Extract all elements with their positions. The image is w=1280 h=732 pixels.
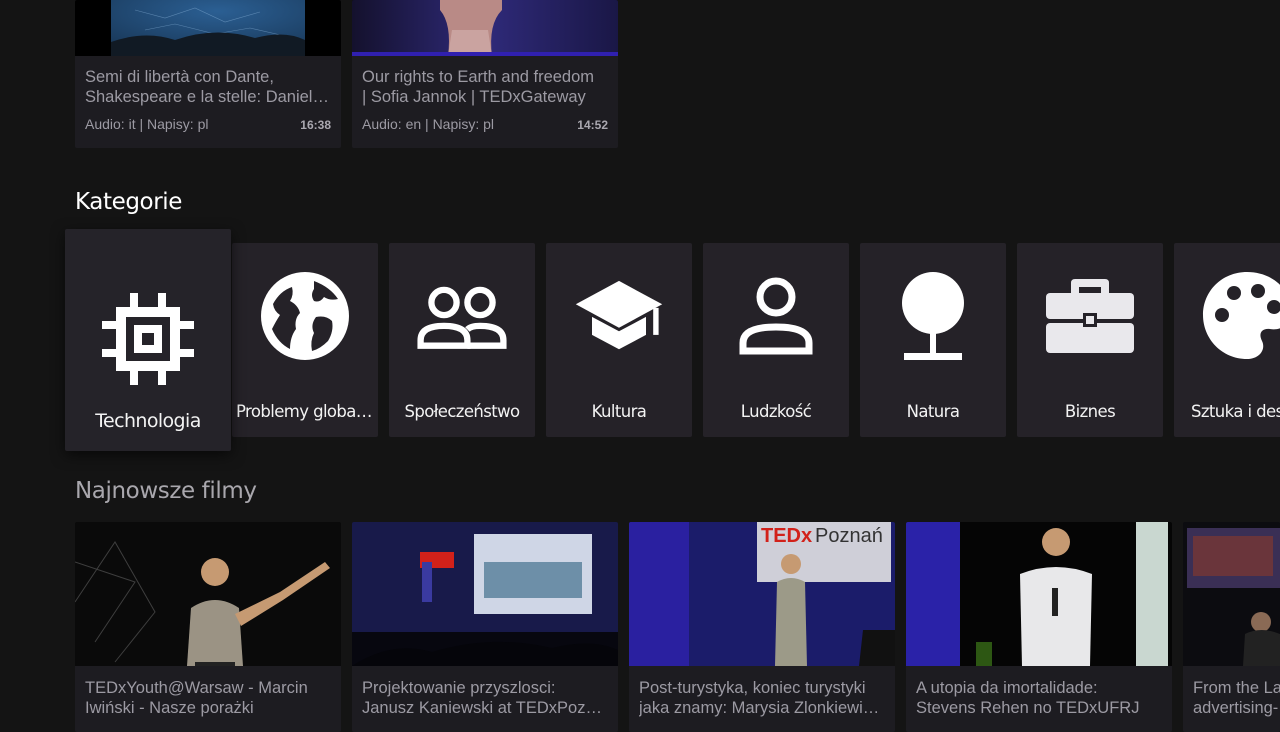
video-duration: 16:38 bbox=[300, 118, 331, 132]
video-title-line-2: Shakespeare e la stelle: Daniel… bbox=[85, 88, 329, 106]
category-label: Biznes bbox=[1064, 402, 1116, 421]
category-tile-art-and-design[interactable]: Sztuka i design bbox=[1174, 243, 1280, 437]
video-card[interactable]: A utopia da imortalidade: Stevens Rehen … bbox=[906, 522, 1172, 732]
video-thumbnail: TEDx Poznań bbox=[629, 522, 895, 666]
video-title-line-1: A utopia da imortalidade: bbox=[916, 679, 1098, 697]
people-icon bbox=[417, 286, 507, 349]
category-tile-technology[interactable]: Technologia bbox=[65, 229, 231, 451]
video-title-line-1: Our rights to Earth and freedom bbox=[362, 68, 595, 86]
video-thumbnail bbox=[352, 522, 618, 666]
video-card[interactable]: Projektowanie przyszlosci: Janusz Kaniew… bbox=[352, 522, 618, 732]
section-title-categories: Kategorie bbox=[75, 189, 183, 215]
video-title-line-1: TEDxYouth@Warsaw - Marcin bbox=[85, 679, 308, 697]
chip-icon bbox=[102, 293, 194, 385]
category-label: Problemy globalne bbox=[236, 402, 378, 421]
category-label: Ludzkość bbox=[740, 402, 812, 421]
video-thumbnail bbox=[75, 522, 341, 666]
briefcase-icon bbox=[1046, 279, 1134, 353]
video-title-line-2: advertising- bbox=[1193, 699, 1279, 717]
video-title-line-2: Janusz Kaniewski at TEDxPozn… bbox=[362, 699, 608, 717]
video-title-line-1: Semi di libertà con Dante, bbox=[85, 68, 274, 86]
tree-icon bbox=[902, 272, 964, 360]
section-title-latest-videos: Najnowsze filmy bbox=[75, 478, 257, 504]
video-thumbnail bbox=[906, 522, 1172, 666]
graduation-cap-icon bbox=[575, 280, 663, 350]
video-card[interactable]: Our rights to Earth and freedom | Sofia … bbox=[352, 0, 618, 148]
video-title-line-2: | Sofia Jannok | TEDxGateway bbox=[362, 88, 586, 106]
video-title-line-2: Iwiński - Nasze porażki bbox=[85, 699, 254, 717]
video-title-line-2: Stevens Rehen no TEDxUFRJ bbox=[916, 699, 1140, 717]
svg-text:TEDx: TEDx bbox=[761, 525, 812, 547]
person-icon bbox=[739, 277, 813, 355]
video-title-line-2: jaka znamy: Marysia Zlonkiewi… bbox=[639, 699, 880, 717]
video-card[interactable]: From the La advertising- bbox=[1183, 522, 1280, 732]
palette-icon bbox=[1203, 272, 1280, 359]
video-card[interactable]: TEDx Poznań Post-turystyka, koniec turys… bbox=[629, 522, 895, 732]
video-language-meta: Audio: en | Napisy: pl bbox=[362, 116, 495, 132]
category-tile-culture[interactable]: Kultura bbox=[546, 243, 692, 437]
category-label: Technologia bbox=[95, 410, 201, 432]
video-thumbnail bbox=[1183, 522, 1280, 666]
video-duration: 14:52 bbox=[577, 118, 608, 132]
category-tile-society[interactable]: Społeczeństwo bbox=[389, 243, 535, 437]
video-thumbnail bbox=[75, 0, 341, 56]
category-tile-nature[interactable]: Natura bbox=[860, 243, 1006, 437]
video-title-line-1: Post-turystyka, koniec turystyki bbox=[639, 679, 866, 697]
svg-text:Poznań: Poznań bbox=[815, 525, 883, 547]
category-tile-humanity[interactable]: Ludzkość bbox=[703, 243, 849, 437]
video-title-line-1: Projektowanie przyszlosci: bbox=[362, 679, 556, 697]
video-title-line-1: From the La bbox=[1193, 679, 1280, 697]
category-label: Sztuka i design bbox=[1191, 402, 1280, 421]
globe-icon bbox=[261, 272, 349, 360]
video-card[interactable]: Semi di libertà con Dante, Shakespeare e… bbox=[75, 0, 341, 148]
category-tile-business[interactable]: Biznes bbox=[1017, 243, 1163, 437]
category-tile-global-issues[interactable]: Problemy globalne bbox=[232, 243, 378, 437]
video-card[interactable]: TEDxYouth@Warsaw - Marcin Iwiński - Nasz… bbox=[75, 522, 341, 732]
category-label: Kultura bbox=[591, 402, 647, 421]
category-label: Natura bbox=[906, 402, 960, 421]
video-language-meta: Audio: it | Napisy: pl bbox=[85, 116, 209, 132]
video-thumbnail bbox=[352, 0, 618, 56]
category-label: Społeczeństwo bbox=[404, 402, 520, 421]
